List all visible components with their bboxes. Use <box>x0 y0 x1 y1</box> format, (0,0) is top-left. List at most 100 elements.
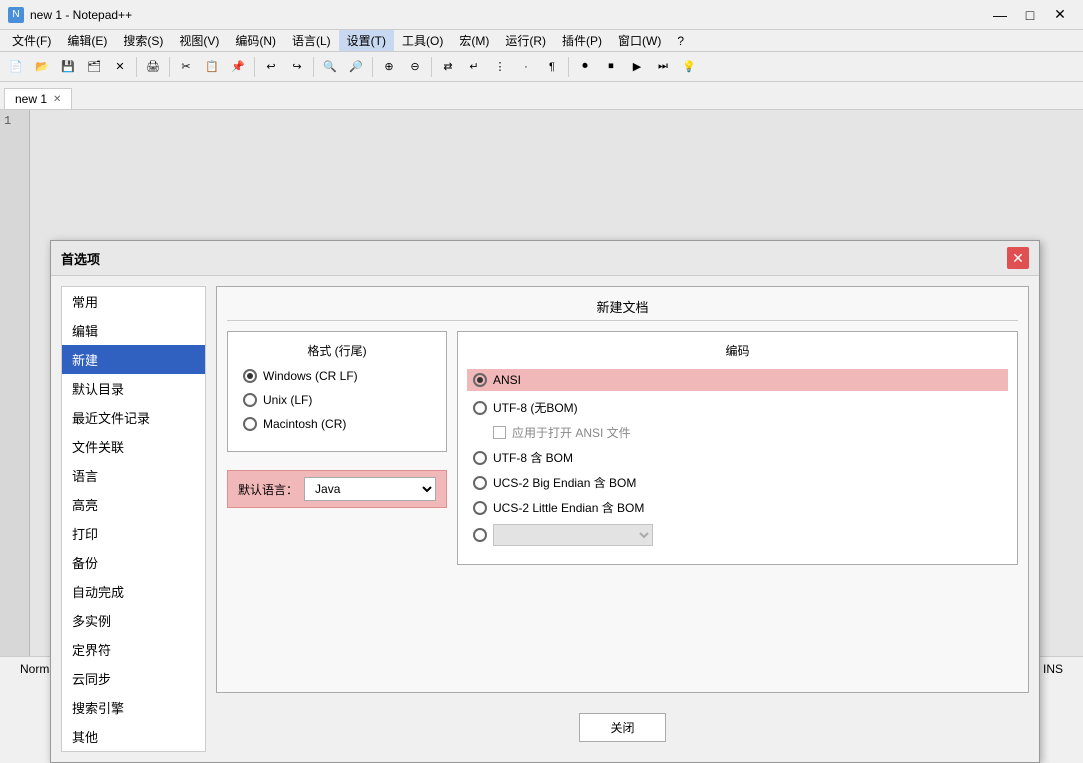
tab-new1[interactable]: new 1 ✕ <box>4 88 72 109</box>
category-backup[interactable]: 备份 <box>62 548 205 577</box>
tab-label: new 1 <box>15 92 47 106</box>
dialog-close-button[interactable]: ✕ <box>1007 247 1029 269</box>
menu-language[interactable]: 语言(L) <box>284 30 339 51</box>
open-file-button[interactable]: 📂 <box>30 55 54 79</box>
custom-encoding-select <box>493 524 653 546</box>
category-editing[interactable]: 编辑 <box>62 316 205 345</box>
zoom-out-button[interactable]: ⊖ <box>403 55 427 79</box>
modal-overlay: 首选项 ✕ 常用 编辑 新建 默认目录 最近文件记录 文件关联 语言 高亮 打印… <box>0 110 1083 656</box>
toolbar-separator-6 <box>431 57 432 77</box>
window-close-button[interactable]: ✕ <box>1045 5 1075 25</box>
dialog-footer: 关闭 <box>216 703 1029 752</box>
encoding-ucs2-big-label: UCS-2 Big Endian 含 BOM <box>493 474 636 491</box>
category-delimiter[interactable]: 定界符 <box>62 635 205 664</box>
category-list: 常用 编辑 新建 默认目录 最近文件记录 文件关联 语言 高亮 打印 备份 自动… <box>61 286 206 752</box>
undo-button[interactable]: ↩ <box>259 55 283 79</box>
toolbar-separator-4 <box>313 57 314 77</box>
menu-help[interactable]: ? <box>669 32 692 50</box>
encoding-utf8-bom-label: UTF-8 含 BOM <box>493 449 573 466</box>
close-file-button[interactable]: ✕ <box>108 55 132 79</box>
toolbar-separator-1 <box>136 57 137 77</box>
editor-area: 1 首选项 ✕ 常用 编辑 新建 默认目录 最近文件记录 文件关联 语言 <box>0 110 1083 656</box>
word-wrap-button[interactable]: ↵ <box>462 55 486 79</box>
radio-utf8-nobom-icon <box>473 401 487 415</box>
macro-run-button[interactable]: ⏭ <box>651 55 675 79</box>
category-file-assoc[interactable]: 文件关联 <box>62 432 205 461</box>
encoding-ucs2-big[interactable]: UCS-2 Big Endian 含 BOM <box>473 474 1002 491</box>
print-button[interactable]: 🖨 <box>141 55 165 79</box>
category-general[interactable]: 常用 <box>62 287 205 316</box>
category-new[interactable]: 新建 <box>62 345 205 374</box>
encoding-ucs2-little[interactable]: UCS-2 Little Endian 含 BOM <box>473 499 1002 516</box>
format-windows[interactable]: Windows (CR LF) <box>243 369 431 383</box>
toolbar-separator-7 <box>568 57 569 77</box>
toolbar: 📄 📂 💾 🗂 ✕ 🖨 ✂ 📋 📌 ↩ ↪ 🔍 🔎 ⊕ ⊖ ⇄ ↵ ⋮ · ¶ … <box>0 52 1083 82</box>
indent-guide-button[interactable]: ⋮ <box>488 55 512 79</box>
encoding-ansi-label: ANSI <box>493 373 521 387</box>
menu-macro[interactable]: 宏(M) <box>451 30 497 51</box>
encoding-utf8-nobom[interactable]: UTF-8 (无BOM) <box>473 399 1002 416</box>
tab-close-icon[interactable]: ✕ <box>53 94 61 105</box>
macro-stop-button[interactable]: ⏹ <box>599 55 623 79</box>
menu-file[interactable]: 文件(F) <box>4 30 59 51</box>
find-button[interactable]: 🔍 <box>318 55 342 79</box>
encoding-ansi[interactable]: ANSI <box>467 369 1008 391</box>
menu-window[interactable]: 窗口(W) <box>610 30 669 51</box>
eol-button[interactable]: ¶ <box>540 55 564 79</box>
category-cloud-sync[interactable]: 云同步 <box>62 664 205 693</box>
sync-scroll-button[interactable]: ⇄ <box>436 55 460 79</box>
new-doc-header: 新建文档 <box>227 297 1018 321</box>
menu-run[interactable]: 运行(R) <box>497 30 554 51</box>
redo-button[interactable]: ↪ <box>285 55 309 79</box>
minimize-button[interactable]: — <box>985 5 1015 25</box>
close-dialog-button[interactable]: 关闭 <box>579 713 665 742</box>
category-print[interactable]: 打印 <box>62 519 205 548</box>
macro-record-button[interactable]: ⏺ <box>573 55 597 79</box>
language-select[interactable]: Java <box>304 477 436 501</box>
language-label: 默认语言： <box>238 481 298 498</box>
copy-button[interactable]: 📋 <box>200 55 224 79</box>
menu-search[interactable]: 搜索(S) <box>115 30 171 51</box>
encoding-ucs2-little-label: UCS-2 Little Endian 含 BOM <box>493 499 644 516</box>
save-file-button[interactable]: 💾 <box>56 55 80 79</box>
category-search-engine[interactable]: 搜索引擎 <box>62 693 205 722</box>
menu-edit[interactable]: 编辑(E) <box>59 30 115 51</box>
category-other[interactable]: 其他 <box>62 722 205 751</box>
new-file-button[interactable]: 📄 <box>4 55 28 79</box>
save-all-button[interactable]: 🗂 <box>82 55 106 79</box>
language-row: 默认语言： Java <box>227 470 447 508</box>
encoding-utf8-bom[interactable]: UTF-8 含 BOM <box>473 449 1002 466</box>
menu-encoding[interactable]: 编码(N) <box>227 30 284 51</box>
apply-ansi-checkbox-icon <box>493 426 506 439</box>
category-autocomplete[interactable]: 自动完成 <box>62 577 205 606</box>
dialog-right-content: 新建文档 格式 (行尾) Windows (CR LF) <box>216 286 1029 752</box>
menu-plugin[interactable]: 插件(P) <box>554 30 610 51</box>
paste-button[interactable]: 📌 <box>226 55 250 79</box>
category-recent-files[interactable]: 最近文件记录 <box>62 403 205 432</box>
category-highlight[interactable]: 高亮 <box>62 490 205 519</box>
category-language[interactable]: 语言 <box>62 461 205 490</box>
radio-ucs2-big-icon <box>473 476 487 490</box>
find-replace-button[interactable]: 🔎 <box>344 55 368 79</box>
dialog-title-bar: 首选项 ✕ <box>51 241 1039 276</box>
maximize-button[interactable]: □ <box>1015 5 1045 25</box>
macro-play-button[interactable]: ▶ <box>625 55 649 79</box>
zoom-in-button[interactable]: ⊕ <box>377 55 401 79</box>
format-mac[interactable]: Macintosh (CR) <box>243 417 431 431</box>
menu-settings[interactable]: 设置(T) <box>339 30 394 51</box>
apply-ansi-checkbox[interactable]: 应用于打开 ANSI 文件 <box>493 424 1002 441</box>
toolbar-separator-3 <box>254 57 255 77</box>
toolbar-separator-2 <box>169 57 170 77</box>
macro-save-button[interactable]: 💡 <box>677 55 701 79</box>
category-default-dir[interactable]: 默认目录 <box>62 374 205 403</box>
toolbar-separator-5 <box>372 57 373 77</box>
encoding-custom <box>473 524 1002 546</box>
whitespace-button[interactable]: · <box>514 55 538 79</box>
menu-tools[interactable]: 工具(O) <box>394 30 451 51</box>
menu-view[interactable]: 视图(V) <box>171 30 227 51</box>
dialog-body: 常用 编辑 新建 默认目录 最近文件记录 文件关联 语言 高亮 打印 备份 自动… <box>51 276 1039 762</box>
category-multi-instance[interactable]: 多实例 <box>62 606 205 635</box>
format-section: 格式 (行尾) Windows (CR LF) Unix (LF) <box>227 331 447 452</box>
cut-button[interactable]: ✂ <box>174 55 198 79</box>
format-unix[interactable]: Unix (LF) <box>243 393 431 407</box>
